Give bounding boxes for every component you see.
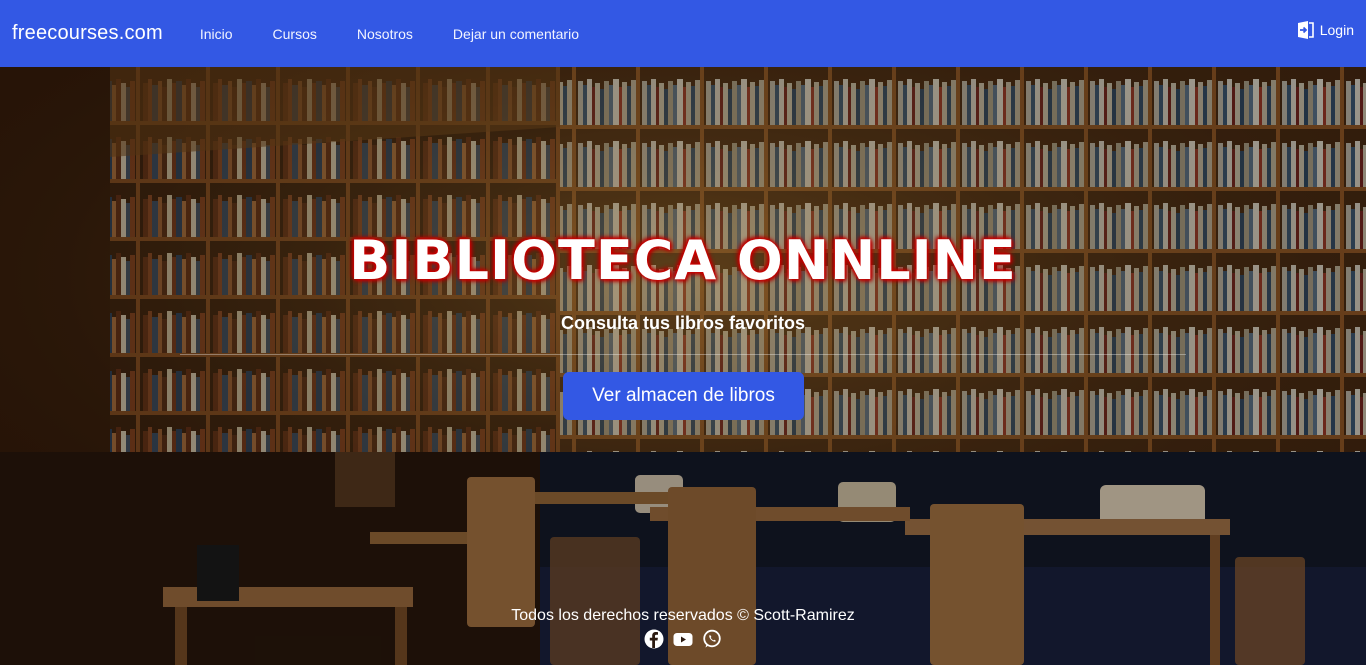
nav-link-nosotros[interactable]: Nosotros (357, 26, 413, 42)
page: freecourses.com Inicio Cursos Nosotros D… (0, 0, 1366, 665)
login-link[interactable]: Login (1296, 20, 1354, 40)
login-label: Login (1319, 22, 1354, 38)
hero-overlay (0, 67, 1366, 665)
login-icon (1296, 20, 1314, 40)
whatsapp-icon[interactable] (702, 629, 722, 649)
youtube-icon[interactable] (673, 629, 693, 649)
nav-link-cursos[interactable]: Cursos (273, 26, 317, 42)
nav-links: Inicio Cursos Nosotros Dejar un comentar… (200, 26, 619, 42)
nav-link-inicio[interactable]: Inicio (200, 26, 233, 42)
nav-link-dejar-comentario[interactable]: Dejar un comentario (453, 26, 579, 42)
hero-title: BIBLIOTECA ONNLINE (349, 229, 1017, 292)
hero-section: BIBLIOTECA ONNLINE Consulta tus libros f… (0, 67, 1366, 665)
hero-subtitle: Consulta tus libros favoritos (560, 313, 806, 333)
brand-link[interactable]: freecourses.com (12, 22, 163, 45)
facebook-icon[interactable] (644, 629, 664, 649)
footer-copyright: Todos los derechos reservados © Scott-Ra… (511, 607, 855, 624)
navbar: freecourses.com Inicio Cursos Nosotros D… (0, 0, 1366, 67)
social-links (0, 629, 1366, 649)
hero-divider (180, 354, 1186, 355)
view-books-button[interactable]: Ver almacen de libros (563, 372, 804, 420)
